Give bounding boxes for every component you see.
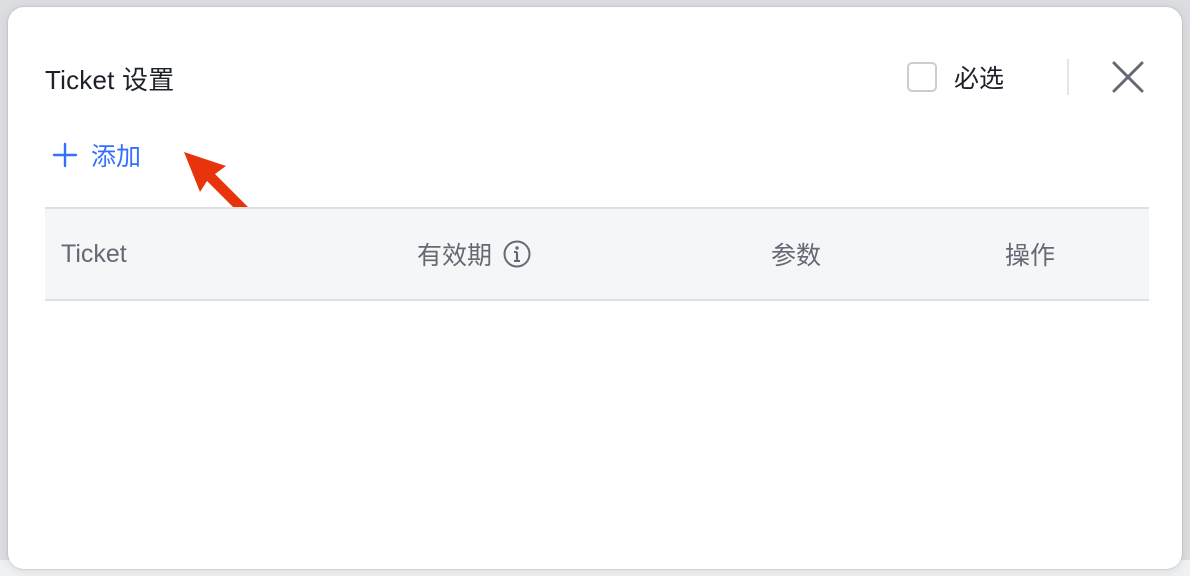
close-button[interactable] xyxy=(1108,57,1148,97)
ticket-settings-dialog: Ticket 设置 必选 添加 Ticket 有效期 参数 操作 xyxy=(8,7,1182,569)
required-checkbox[interactable] xyxy=(907,62,937,92)
column-header-params: 参数 xyxy=(771,209,821,299)
column-label-ticket: Ticket xyxy=(61,239,127,268)
column-label-actions: 操作 xyxy=(1005,242,1056,270)
add-label: 添加 xyxy=(91,143,142,171)
column-label-params: 参数 xyxy=(771,242,822,270)
plus-icon xyxy=(52,142,78,168)
dialog-title: Ticket 设置 xyxy=(45,65,175,95)
column-label-validity: 有效期 xyxy=(417,242,493,270)
close-icon xyxy=(1112,61,1144,93)
header-divider xyxy=(1067,59,1069,95)
add-button[interactable]: 添加 xyxy=(52,137,141,173)
column-header-validity: 有效期 xyxy=(417,209,532,299)
table-header: Ticket 有效期 参数 操作 xyxy=(45,207,1149,301)
column-header-ticket: Ticket xyxy=(61,209,127,299)
required-toggle[interactable]: 必选 xyxy=(907,59,1004,95)
info-icon[interactable] xyxy=(502,239,532,269)
column-header-actions: 操作 xyxy=(1005,209,1055,299)
required-label: 必选 xyxy=(954,65,1005,93)
